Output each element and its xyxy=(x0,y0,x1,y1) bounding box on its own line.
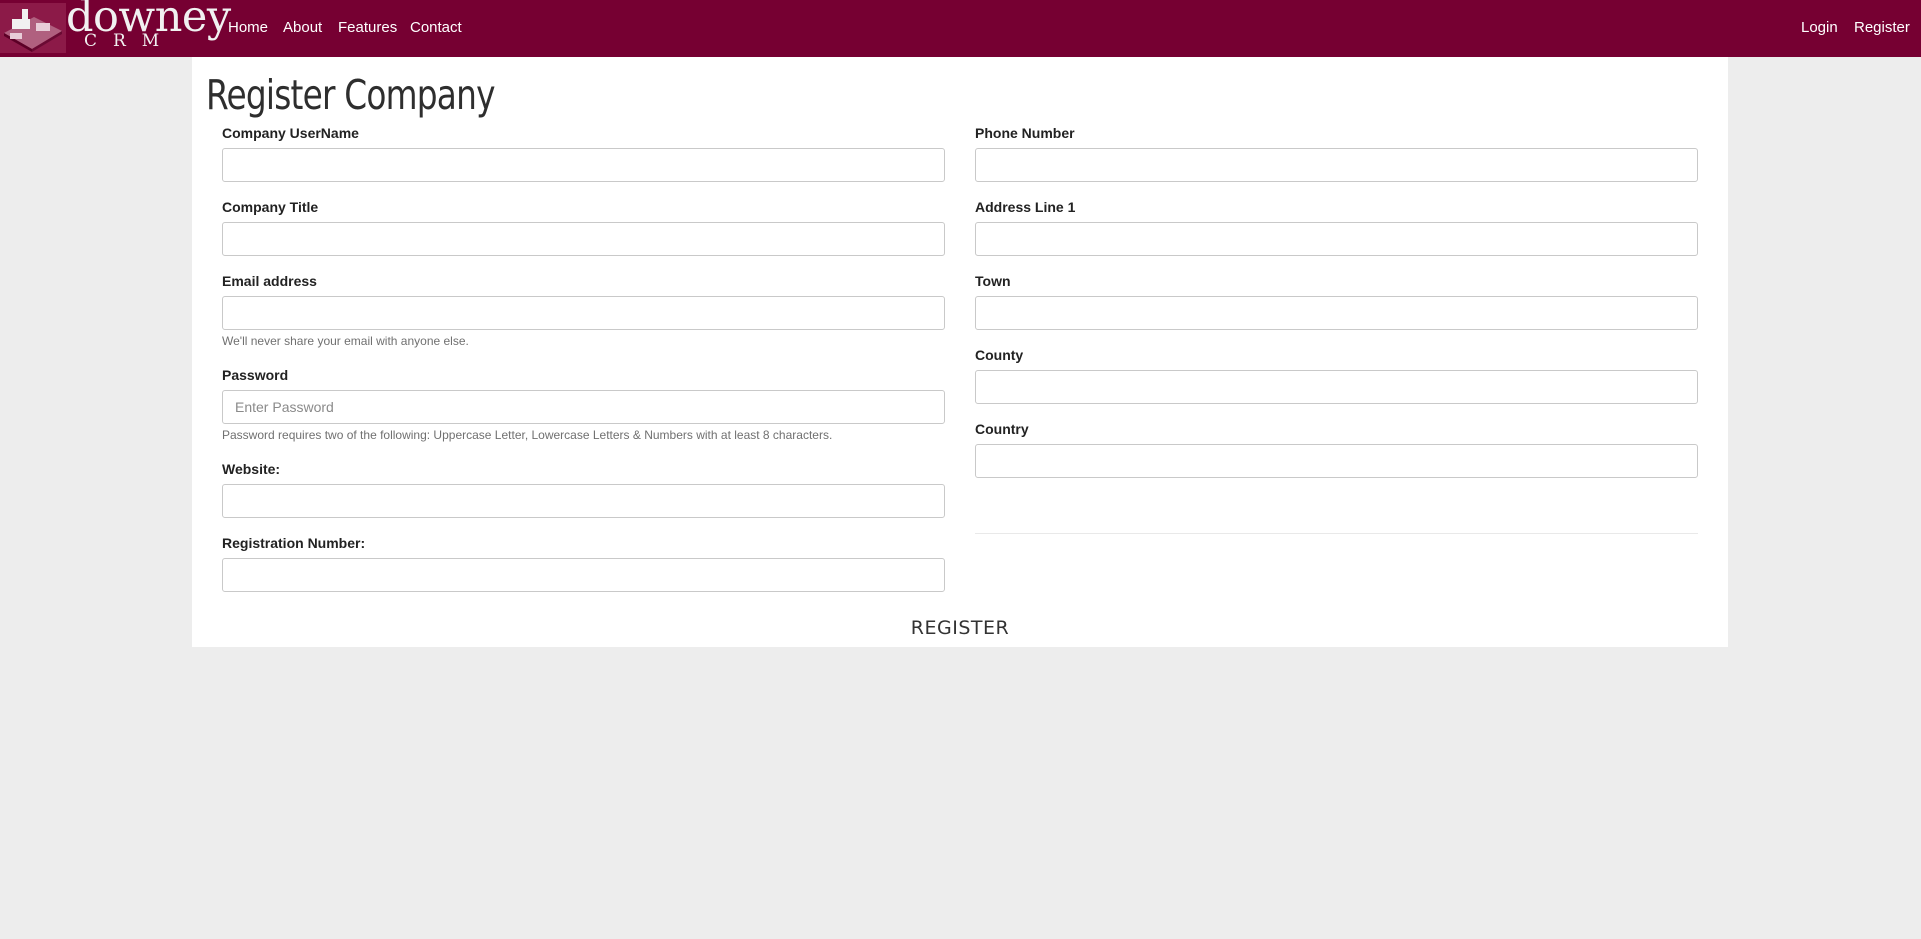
brand-subtitle: CRM xyxy=(84,31,176,51)
nav-register[interactable]: Register xyxy=(1854,19,1910,36)
town-label: Town xyxy=(975,273,1011,289)
form-divider xyxy=(975,533,1698,534)
nav-login[interactable]: Login xyxy=(1801,19,1838,36)
nav-home[interactable]: Home xyxy=(228,19,268,36)
register-panel: Register Company Company UserName Compan… xyxy=(192,57,1728,647)
town-input[interactable] xyxy=(975,296,1698,330)
phone-number-input[interactable] xyxy=(975,148,1698,182)
nav-features[interactable]: Features xyxy=(338,19,397,36)
email-label: Email address xyxy=(222,273,317,289)
county-input[interactable] xyxy=(975,370,1698,404)
registration-number-label: Registration Number: xyxy=(222,535,366,551)
country-label: Country xyxy=(975,421,1029,437)
nav-contact[interactable]: Contact xyxy=(410,19,462,36)
company-username-label: Company UserName xyxy=(222,125,359,141)
company-username-input[interactable] xyxy=(222,148,945,182)
website-input[interactable] xyxy=(222,484,945,518)
brand-logo-link[interactable]: downey CRM xyxy=(0,0,231,57)
county-label: County xyxy=(975,347,1024,363)
phone-number-label: Phone Number xyxy=(975,125,1075,141)
nav-about[interactable]: About xyxy=(283,19,322,36)
address-line-1-input[interactable] xyxy=(975,222,1698,256)
email-input[interactable] xyxy=(222,296,945,330)
website-label: Website: xyxy=(222,461,281,477)
company-title-label: Company Title xyxy=(222,199,319,215)
password-input[interactable] xyxy=(222,390,945,424)
address-line-1-label: Address Line 1 xyxy=(975,199,1076,215)
page-title: Register Company xyxy=(206,71,496,119)
password-label: Password xyxy=(222,367,289,383)
register-submit-button[interactable]: REGISTER xyxy=(192,613,1728,643)
password-help-text: Password requires two of the following: … xyxy=(222,428,833,442)
crm-logo-icon xyxy=(0,3,66,53)
top-navbar: downey CRM Home About Features Contact L… xyxy=(0,0,1921,57)
email-help-text: We'll never share your email with anyone… xyxy=(222,334,469,348)
company-title-input[interactable] xyxy=(222,222,945,256)
registration-number-input[interactable] xyxy=(222,558,945,592)
country-input[interactable] xyxy=(975,444,1698,478)
